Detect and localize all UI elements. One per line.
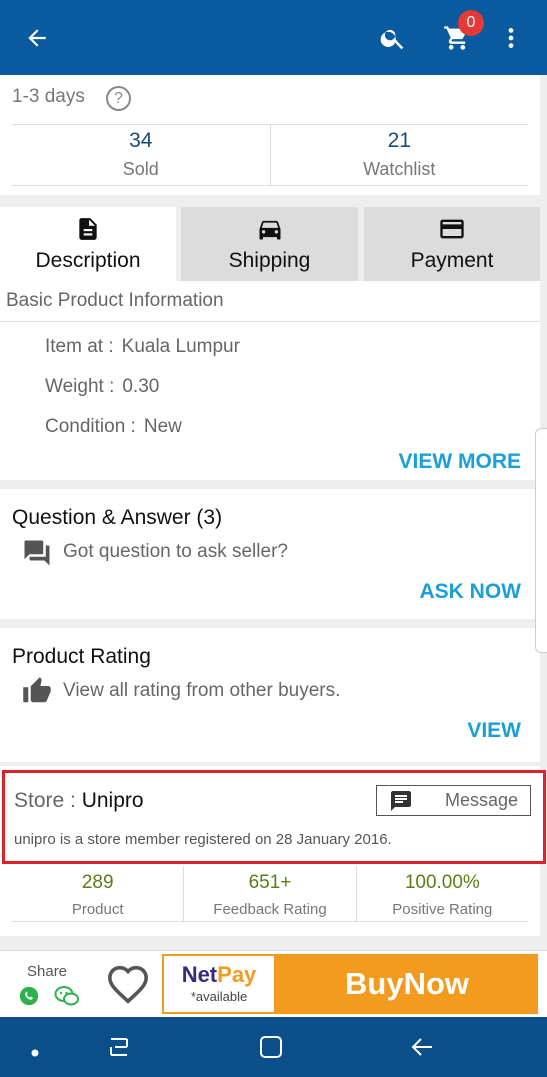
info-row-condition: Condition : New bbox=[45, 416, 182, 438]
tab-description[interactable]: Description bbox=[0, 207, 176, 281]
more-vert-icon[interactable] bbox=[491, 18, 531, 58]
netpay-available: *available bbox=[190, 989, 248, 1004]
detail-tabs: Description Shipping Payment bbox=[0, 207, 540, 281]
chat-icon bbox=[389, 789, 413, 813]
store-description: unipro is a store member registered on 2… bbox=[14, 831, 392, 848]
section-title: Basic Product Information bbox=[6, 290, 224, 311]
rating-subtitle: View all rating from other buyers. bbox=[63, 680, 341, 701]
qa-title: Question & Answer (3) bbox=[12, 506, 223, 529]
watchlist-label: Watchlist bbox=[363, 159, 436, 179]
document-icon bbox=[0, 215, 176, 243]
store-name-value[interactable]: Unipro bbox=[82, 789, 144, 812]
delivery-time: 1-3 days bbox=[12, 86, 85, 107]
dot-icon[interactable] bbox=[31, 1044, 39, 1062]
item-stats: 34 Sold 21 Watchlist bbox=[12, 124, 528, 186]
info-label: Item at : bbox=[45, 336, 114, 357]
car-icon bbox=[181, 215, 358, 243]
view-more-link[interactable]: VIEW MORE bbox=[398, 450, 521, 474]
message-label: Message bbox=[445, 790, 519, 810]
store-stats: 289 Product 651+ Feedback Rating 100.00%… bbox=[12, 866, 528, 922]
watchlist-stat[interactable]: 21 Watchlist bbox=[269, 125, 529, 185]
store-stat-positive[interactable]: 100.00% Positive Rating bbox=[355, 866, 528, 921]
stat-value: 289 bbox=[81, 872, 114, 893]
stat-label: Positive Rating bbox=[392, 901, 493, 918]
heart-outline-icon[interactable] bbox=[106, 964, 150, 1009]
ask-now-link[interactable]: ASK NOW bbox=[420, 580, 522, 604]
store-prefix: Store : bbox=[14, 789, 82, 812]
watchlist-count: 21 bbox=[387, 129, 411, 152]
stat-label: Feedback Rating bbox=[213, 901, 327, 918]
netpay-logo: NetPay bbox=[164, 962, 274, 988]
share-label: Share bbox=[27, 963, 68, 980]
store-name: Store : Unipro bbox=[14, 789, 144, 813]
message-button[interactable]: Message bbox=[376, 785, 531, 816]
tab-payment-label: Payment bbox=[410, 249, 494, 272]
tab-description-label: Description bbox=[35, 249, 141, 272]
back-icon[interactable] bbox=[410, 1035, 434, 1064]
buy-now-button[interactable]: BuyNow bbox=[276, 954, 538, 1014]
whatsapp-icon[interactable] bbox=[18, 985, 40, 1012]
sold-label: Sold bbox=[122, 159, 159, 179]
question-circle-icon[interactable]: ? bbox=[106, 86, 131, 111]
info-label: Weight : bbox=[45, 376, 115, 397]
store-stat-product[interactable]: 289 Product bbox=[12, 866, 183, 921]
store-stat-feedback[interactable]: 651+ Feedback Rating bbox=[183, 866, 355, 921]
rating-title: Product Rating bbox=[12, 645, 151, 668]
netpay-pay: Pay bbox=[217, 962, 257, 987]
divider bbox=[0, 321, 540, 322]
info-row-location: Item at : Kuala Lumpur bbox=[45, 336, 240, 358]
info-value: Kuala Lumpur bbox=[121, 336, 240, 357]
view-rating-link[interactable]: VIEW bbox=[467, 719, 521, 743]
wechat-icon[interactable] bbox=[54, 985, 80, 1012]
cart-count-badge: 0 bbox=[458, 10, 484, 36]
info-label: Condition : bbox=[45, 416, 136, 437]
tab-payment[interactable]: Payment bbox=[364, 207, 540, 281]
store-info-box: Store : Unipro Message unipro is a store… bbox=[2, 770, 546, 864]
sold-stat: 34 Sold bbox=[12, 125, 270, 185]
forum-icon bbox=[22, 538, 52, 573]
stat-value: 651+ bbox=[248, 872, 292, 893]
info-row-weight: Weight : 0.30 bbox=[45, 376, 159, 398]
netpay-net: Net bbox=[181, 962, 218, 987]
qa-subtitle: Got question to ask seller? bbox=[63, 541, 288, 562]
recents-icon[interactable] bbox=[107, 1035, 133, 1064]
netpay-badge[interactable]: NetPay *available bbox=[162, 954, 276, 1014]
stat-label: Product bbox=[71, 901, 124, 918]
tab-shipping[interactable]: Shipping bbox=[181, 207, 358, 281]
stat-value: 100.00% bbox=[404, 872, 480, 893]
info-value: 0.30 bbox=[122, 376, 160, 397]
tab-shipping-label: Shipping bbox=[228, 249, 311, 272]
thumbs-up-icon bbox=[22, 676, 52, 711]
system-nav-bar bbox=[0, 1017, 547, 1077]
info-value: New bbox=[143, 416, 182, 437]
arrow-left-icon[interactable] bbox=[17, 18, 57, 58]
search-icon[interactable] bbox=[373, 18, 413, 58]
scroll-handle[interactable] bbox=[535, 428, 547, 653]
home-icon[interactable] bbox=[259, 1035, 283, 1064]
sold-count: 34 bbox=[129, 129, 153, 152]
credit-card-icon bbox=[364, 215, 540, 243]
app-bar: 0 bbox=[0, 0, 547, 75]
